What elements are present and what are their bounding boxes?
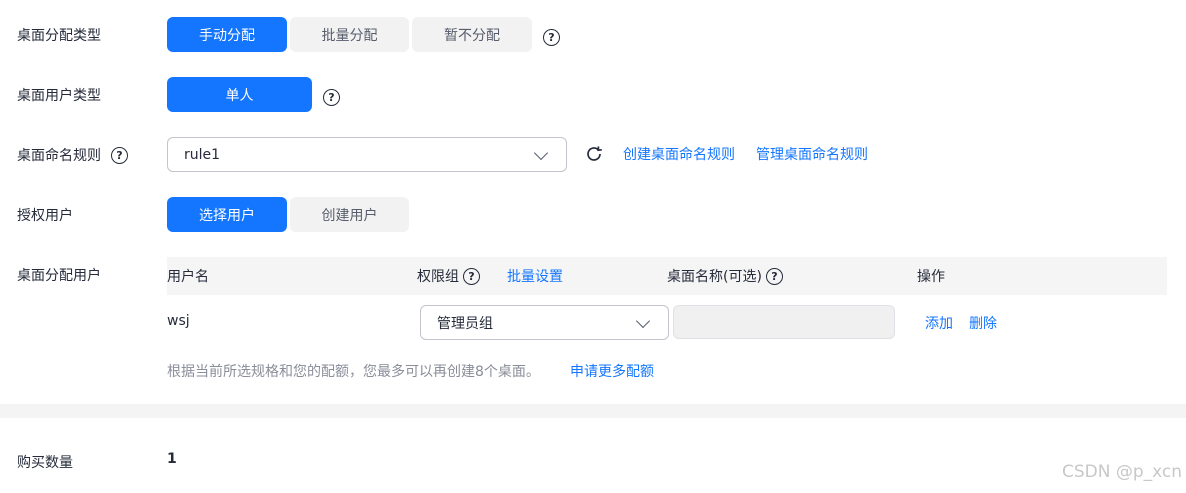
naming-rule-select[interactable]: rule1	[167, 137, 567, 172]
purchase-quantity-value: 1	[167, 451, 177, 467]
desktop-name-help-icon[interactable]: ?	[765, 267, 783, 285]
auth-users-label: 授权用户	[17, 208, 73, 224]
purchase-quantity-label: 购买数量	[17, 455, 73, 471]
user-type-segmented: 单人	[167, 77, 312, 112]
naming-rule-value: rule1	[184, 146, 221, 163]
assign-type-batch-button[interactable]: 批量分配	[290, 17, 409, 52]
assign-type-label: 桌面分配类型	[17, 28, 101, 44]
row-username: wsj	[167, 313, 190, 329]
user-type-single-button[interactable]: 单人	[167, 77, 312, 112]
manage-naming-rule-link[interactable]: 管理桌面命名规则	[756, 144, 868, 164]
naming-rule-label: 桌面命名规则 ?	[17, 145, 128, 165]
users-table-header: 用户名 权限组 ? 批量设置 桌面名称(可选) ? 操作	[167, 257, 1167, 295]
create-user-button[interactable]: 创建用户	[290, 197, 409, 232]
assign-type-help-icon[interactable]: ?	[543, 29, 560, 46]
assign-type-manual-button[interactable]: 手动分配	[167, 17, 287, 52]
auth-users-segmented: 选择用户 创建用户	[167, 197, 409, 232]
batch-set-link[interactable]: 批量设置	[507, 266, 563, 286]
user-type-help-icon[interactable]: ?	[323, 89, 340, 106]
permission-group-value: 管理员组	[437, 315, 493, 332]
chevron-down-icon	[635, 313, 651, 329]
column-permission-group: 权限组 ?	[417, 266, 480, 286]
assign-type-none-button[interactable]: 暂不分配	[412, 17, 532, 52]
create-naming-rule-link[interactable]: 创建桌面命名规则	[623, 144, 735, 164]
delete-row-link[interactable]: 删除	[969, 313, 997, 333]
chevron-down-icon	[533, 145, 549, 161]
assign-type-segmented: 手动分配 批量分配 暂不分配	[167, 17, 532, 52]
permission-group-select[interactable]: 管理员组	[420, 305, 669, 340]
add-row-link[interactable]: 添加	[925, 313, 953, 333]
desktop-name-input[interactable]	[673, 305, 895, 339]
column-username: 用户名	[167, 269, 209, 285]
user-type-label: 桌面用户类型	[17, 88, 101, 104]
quota-hint-text: 根据当前所选规格和您的配额，您最多可以再创建8个桌面。	[167, 364, 540, 380]
column-actions: 操作	[917, 269, 945, 285]
assign-users-label: 桌面分配用户	[17, 268, 101, 284]
permission-group-help-icon[interactable]: ?	[463, 267, 480, 285]
apply-more-quota-link[interactable]: 申请更多配额	[570, 361, 654, 381]
select-user-button[interactable]: 选择用户	[167, 197, 287, 232]
watermark: CSDN @p_xcn	[1061, 462, 1182, 482]
refresh-icon[interactable]	[583, 143, 605, 165]
section-divider	[0, 404, 1186, 418]
naming-rule-help-icon[interactable]: ?	[111, 146, 128, 164]
column-desktop-name: 桌面名称(可选) ?	[667, 266, 783, 286]
